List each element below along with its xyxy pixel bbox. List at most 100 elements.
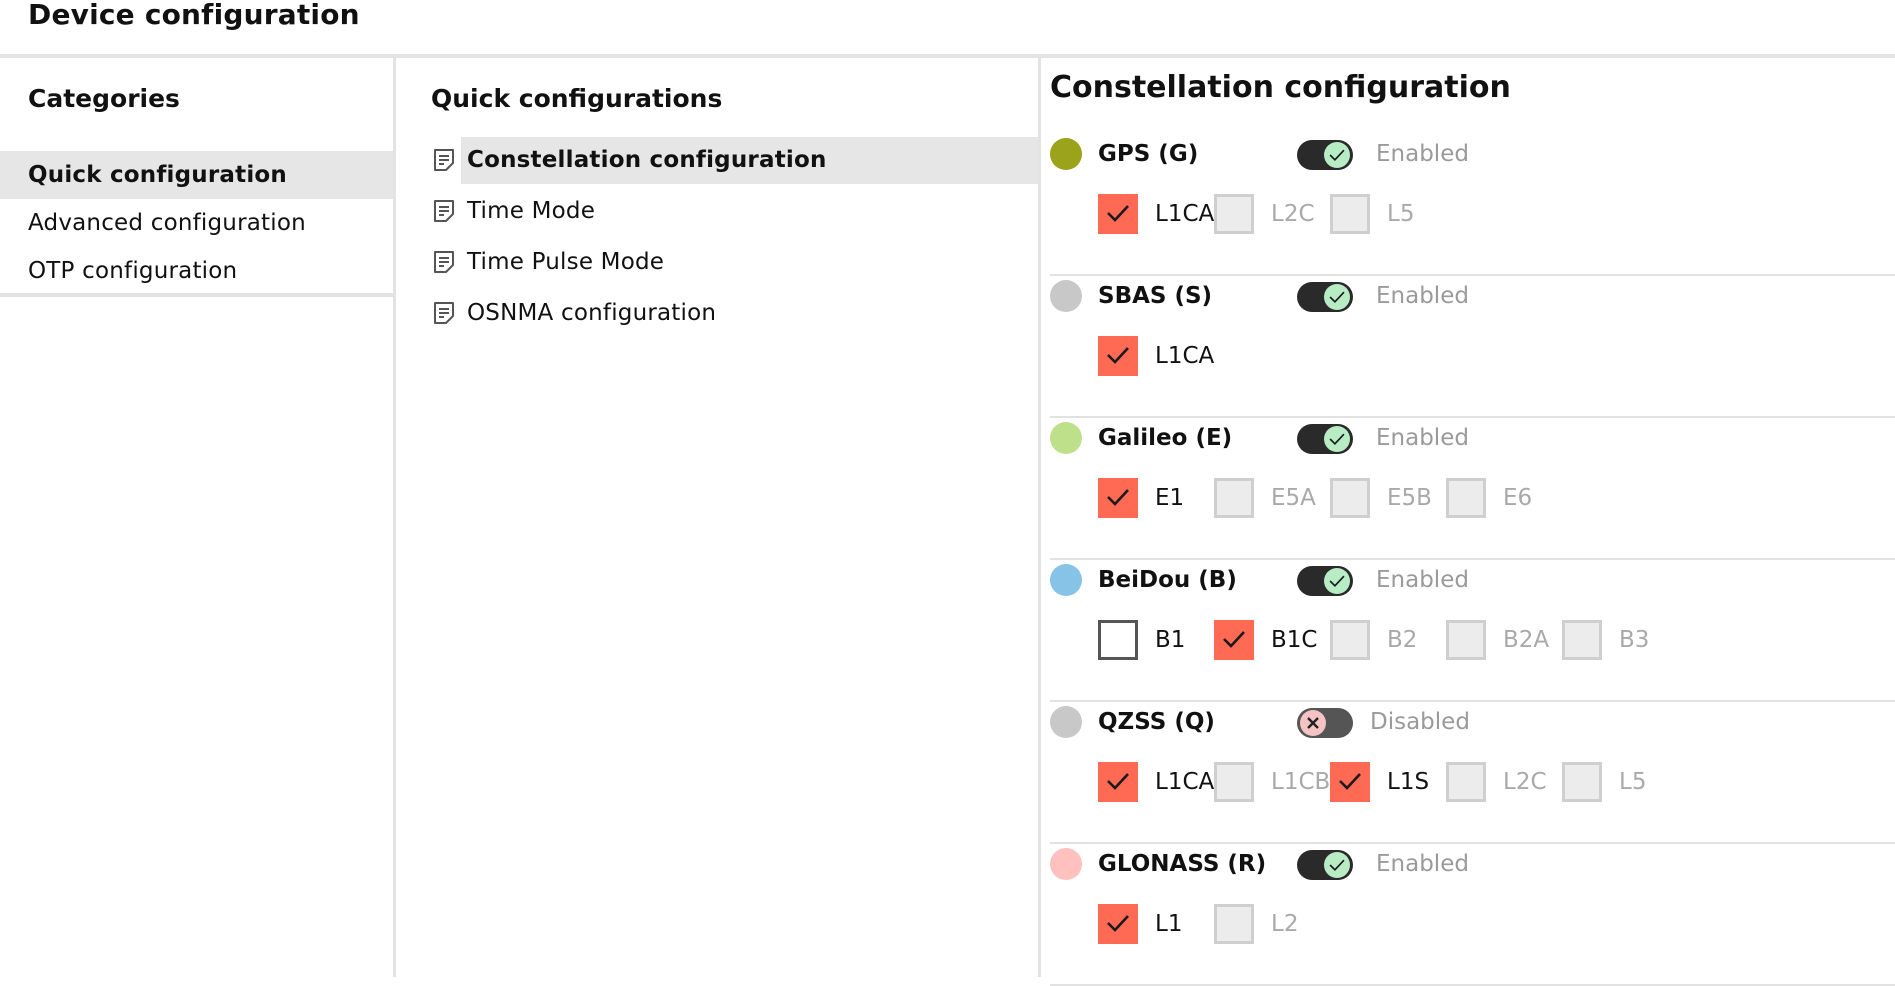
checkbox[interactable]: [1446, 478, 1486, 518]
constellation-list: GPS (G) Enabled L1CA L2C L5 SBAS (S) Enabled L1…: [1050, 134, 1895, 986]
signal-label: L5: [1619, 769, 1647, 795]
signal-label: L1S: [1387, 769, 1430, 795]
constellation-toggle-state: Enabled: [1376, 283, 1469, 309]
constellation-title: Constellation configuration: [1050, 70, 1511, 105]
document-icon: [432, 301, 456, 325]
constellation-row-beidou-b: BeiDou (B) Enabled B1 B1C B2 B2A B3: [1050, 560, 1895, 702]
checkbox[interactable]: [1214, 478, 1254, 518]
check-icon: [1324, 852, 1350, 878]
checkbox[interactable]: [1214, 194, 1254, 234]
checkbox[interactable]: [1098, 336, 1138, 376]
signal-label: E5A: [1271, 485, 1316, 511]
constellation-toggle[interactable]: [1297, 424, 1353, 454]
quick-config-item-time-pulse-mode[interactable]: Time Pulse Mode: [396, 237, 1038, 288]
constellation-toggle-state: Enabled: [1376, 567, 1469, 593]
signal-label: L1CA: [1155, 201, 1215, 227]
signal-label: B1C: [1271, 627, 1318, 653]
constellation-toggle[interactable]: [1297, 140, 1353, 170]
signal-label: L2: [1271, 911, 1299, 937]
constellation-name: GPS (G): [1098, 141, 1199, 167]
header-divider: [0, 54, 1895, 58]
checkbox[interactable]: [1214, 620, 1254, 660]
check-icon: [1324, 142, 1350, 168]
checkbox[interactable]: [1562, 762, 1602, 802]
checkbox[interactable]: [1330, 620, 1370, 660]
document-icon: [432, 199, 456, 223]
checkbox[interactable]: [1098, 762, 1138, 802]
constellation-name: Galileo (E): [1098, 425, 1233, 451]
check-icon: [1324, 426, 1350, 452]
signal-label: B2: [1387, 627, 1418, 653]
column-divider-right: [1038, 58, 1041, 977]
constellation-toggle[interactable]: [1297, 566, 1353, 596]
quick-config-item-constellation-configuration[interactable]: Constellation configuration: [396, 135, 1038, 186]
constellation-name: GLONASS (R): [1098, 851, 1267, 877]
checkbox[interactable]: [1330, 194, 1370, 234]
checkbox[interactable]: [1330, 762, 1370, 802]
checkbox[interactable]: [1098, 620, 1138, 660]
categories-list: Quick configuration Advanced configurati…: [0, 151, 393, 295]
quick-config-item-time-mode[interactable]: Time Mode: [396, 186, 1038, 237]
constellation-row-sbas-s: SBAS (S) Enabled L1CA: [1050, 276, 1895, 418]
document-icon: [432, 250, 456, 274]
constellation-toggle[interactable]: [1297, 708, 1353, 738]
signal-checkbox-group: B1 B1C B2 B2A B3: [1098, 620, 1895, 660]
constellation-toggle[interactable]: [1297, 282, 1353, 312]
signal-checkbox-group: L1CA L2C L5: [1098, 194, 1895, 234]
signal-checkbox-group: E1 E5A E5B E6: [1098, 478, 1895, 518]
checkbox[interactable]: [1562, 620, 1602, 660]
checkbox[interactable]: [1098, 194, 1138, 234]
constellation-row-gps-g: GPS (G) Enabled L1CA L2C L5: [1050, 134, 1895, 276]
check-icon: [1324, 568, 1350, 594]
constellation-color-dot: [1050, 280, 1082, 312]
signal-label: L2C: [1271, 201, 1315, 227]
check-icon: [1324, 284, 1350, 310]
constellation-toggle-state: Enabled: [1376, 851, 1469, 877]
constellation-color-dot: [1050, 848, 1082, 880]
checkbox[interactable]: [1214, 762, 1254, 802]
categories-heading: Categories: [28, 84, 180, 113]
quick-configurations-list: Constellation configuration Time Mode Time…: [396, 135, 1038, 339]
signal-label: L1CA: [1155, 343, 1215, 369]
checkbox[interactable]: [1446, 620, 1486, 660]
signal-label: L1CA: [1155, 769, 1215, 795]
category-otp-configuration[interactable]: OTP configuration: [0, 247, 393, 295]
signal-label: L1: [1155, 911, 1183, 937]
quick-config-item-label: Constellation configuration: [461, 137, 1038, 184]
signal-label: L5: [1387, 201, 1415, 227]
category-quick-configuration[interactable]: Quick configuration: [0, 151, 393, 199]
signal-label: E1: [1155, 485, 1185, 511]
constellation-toggle-state: Disabled: [1370, 709, 1470, 735]
checkbox[interactable]: [1446, 762, 1486, 802]
quick-config-item-label: Time Mode: [467, 198, 596, 224]
checkbox[interactable]: [1098, 478, 1138, 518]
close-icon: [1300, 710, 1326, 736]
categories-divider: [0, 293, 393, 297]
signal-label: B2A: [1503, 627, 1550, 653]
constellation-toggle-state: Enabled: [1376, 141, 1469, 167]
constellation-name: BeiDou (B): [1098, 567, 1237, 593]
category-advanced-configuration[interactable]: Advanced configuration: [0, 199, 393, 247]
constellation-row-glonass-r: GLONASS (R) Enabled L1 L2: [1050, 844, 1895, 986]
signal-label: B3: [1619, 627, 1650, 653]
constellation-name: SBAS (S): [1098, 283, 1213, 309]
signal-label: B1: [1155, 627, 1186, 653]
quick-config-item-label: OSNMA configuration: [467, 300, 717, 326]
quick-config-item-osnma-configuration[interactable]: OSNMA configuration: [396, 288, 1038, 339]
checkbox[interactable]: [1098, 904, 1138, 944]
constellation-name: QZSS (Q): [1098, 709, 1215, 735]
signal-label: E6: [1503, 485, 1533, 511]
signal-label: L2C: [1503, 769, 1547, 795]
quick-configurations-heading: Quick configurations: [431, 84, 723, 113]
checkbox[interactable]: [1214, 904, 1254, 944]
constellation-toggle-state: Enabled: [1376, 425, 1469, 451]
quick-config-item-label: Time Pulse Mode: [467, 249, 665, 275]
constellation-toggle[interactable]: [1297, 850, 1353, 880]
signal-label: L1CB: [1271, 769, 1331, 795]
constellation-color-dot: [1050, 706, 1082, 738]
signal-checkbox-group: L1CA: [1098, 336, 1895, 376]
checkbox[interactable]: [1330, 478, 1370, 518]
signal-label: E5B: [1387, 485, 1432, 511]
document-icon: [432, 148, 456, 172]
constellation-row-galileo-e: Galileo (E) Enabled E1 E5A E5B E6: [1050, 418, 1895, 560]
